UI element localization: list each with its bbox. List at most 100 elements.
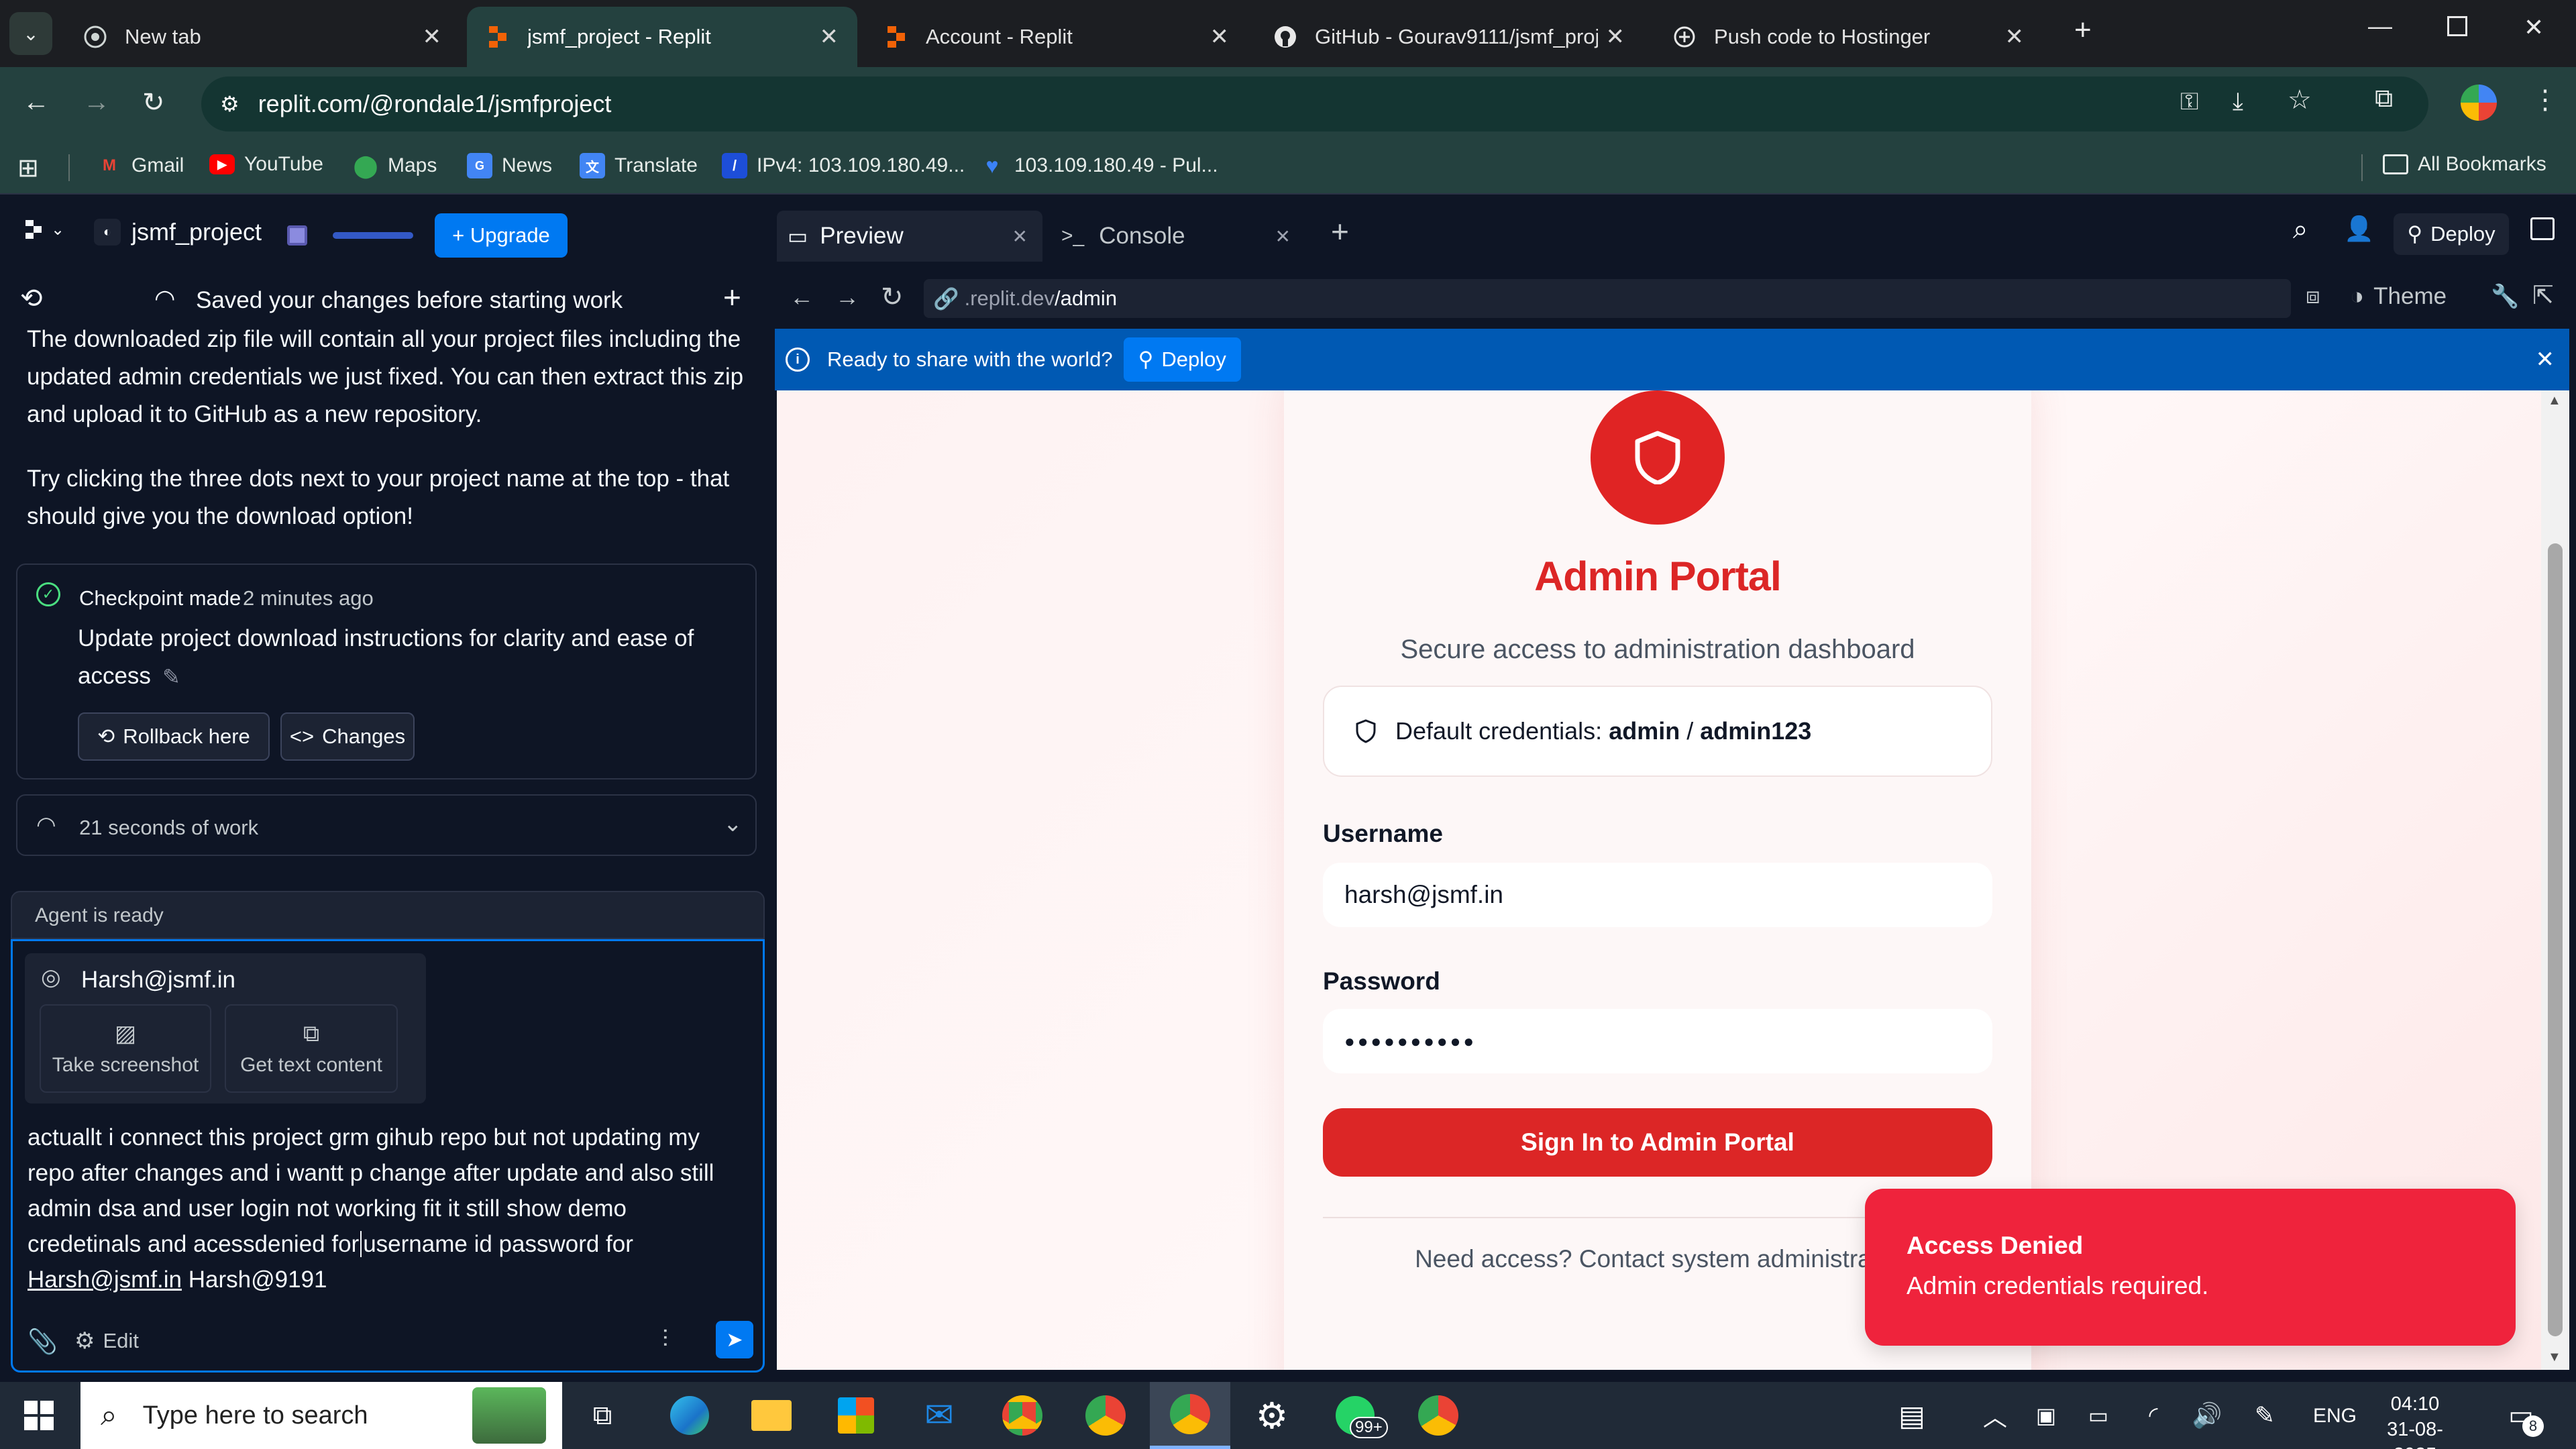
theme-button[interactable]: ◑ Theme [2350,283,2447,310]
microsoft-store-icon[interactable] [832,1391,880,1440]
banner-deploy-button[interactable]: ⚲ Deploy [1123,337,1241,382]
close-icon[interactable]: ✕ [820,23,839,50]
battery-icon[interactable]: ▭ [2074,1391,2123,1440]
volume-icon[interactable]: 🔊 [2183,1391,2231,1440]
take-screenshot-button[interactable]: ▨ Take screenshot [40,1004,211,1093]
work-summary[interactable]: ◠ 21 seconds of work ⌄ [16,794,757,856]
history-icon[interactable]: ⟲ [20,283,43,314]
taskbar-search-box[interactable]: ⌕ Type here to search [80,1382,562,1449]
bookmark-maps[interactable]: ⬤ Maps [353,153,437,178]
clock[interactable]: 04:10 31-08-2025 [2369,1391,2461,1449]
tab-jsmf-project[interactable]: jsmf_project - Replit ✕ [467,7,857,67]
back-arrow-icon[interactable]: ← [790,283,814,311]
agent-input-box[interactable]: ◎ Harsh@jsmf.in ▨ Take screenshot ⧉ Get … [11,939,765,1373]
back-arrow-icon[interactable]: ← [23,87,50,117]
password-key-icon[interactable]: ⚿ [2180,87,2198,116]
edge-icon[interactable] [665,1391,714,1440]
get-text-content-button[interactable]: ⧉ Get text content [225,1004,398,1093]
context-chip[interactable]: ◎ Harsh@jsmf.in ▨ Take screenshot ⧉ Get … [25,953,426,1104]
extensions-icon[interactable]: ⧉ [2375,85,2393,113]
edit-mode-button[interactable]: ⚙ Edit [74,1328,139,1354]
search-icon[interactable]: ⌕ [2293,215,2308,245]
close-icon[interactable]: ✕ [1012,225,1028,248]
scroll-up-icon[interactable]: ▲ [2548,393,2561,409]
chrome-icon[interactable] [998,1391,1046,1440]
tab-push-code[interactable]: Push code to Hostinger ✕ [1654,7,2043,67]
install-app-icon[interactable]: ⤓ [2233,87,2243,116]
news-widget-icon[interactable]: ▤ [1888,1391,1936,1440]
close-icon[interactable]: ✕ [1210,23,1230,50]
mail-icon[interactable]: ✉ [915,1391,963,1440]
bookmark-gmail[interactable]: M Gmail [97,153,184,178]
wifi-icon[interactable]: ◜ [2129,1391,2178,1440]
chrome-active-icon[interactable] [1150,1382,1230,1449]
close-icon[interactable]: ✕ [2536,346,2555,373]
profile-avatar[interactable] [2461,85,2497,121]
tab-search-button[interactable]: ⌄ [9,12,52,55]
bookmark-ip-pul[interactable]: ♥ 103.109.180.49 - Pul... [979,153,1218,178]
replit-menu-button[interactable]: ⌄ [24,219,64,240]
pen-icon[interactable]: ✎ [2241,1391,2289,1440]
show-hidden-icons[interactable]: ︿ [1971,1391,2019,1440]
reload-icon[interactable]: ↻ [881,282,904,313]
tab-new-tab[interactable]: New tab ✕ [64,7,460,67]
apps-grid-icon[interactable]: ⊞ [17,153,39,183]
all-bookmarks[interactable]: All Bookmarks [2383,153,2546,176]
invite-user-icon[interactable]: 👤 [2344,215,2374,243]
forward-arrow-icon[interactable]: → [83,87,110,117]
upgrade-button[interactable]: + Upgrade [435,213,568,258]
meet-icon[interactable]: ▣ [2022,1391,2070,1440]
pencil-icon[interactable]: ✎ [162,664,180,690]
whatsapp-icon[interactable]: 99+ [1331,1391,1388,1440]
changes-button[interactable]: <> Changes [280,712,415,761]
new-chat-plus-icon[interactable]: + [723,279,741,315]
scrollbar-thumb[interactable] [2548,543,2563,1336]
menu-kebab-icon[interactable]: ⋮ [2532,85,2559,115]
bookmark-news[interactable]: G News [467,153,552,178]
attach-paperclip-icon[interactable]: 📎 [28,1328,58,1356]
open-new-window-icon[interactable]: ⇱ [2532,280,2554,311]
access-denied-toast[interactable]: Access Denied Admin credentials required… [1865,1189,2516,1346]
scroll-down-icon[interactable]: ▼ [2548,1350,2561,1365]
password-field[interactable]: ●●●●●●●●●● [1323,1009,1992,1073]
chrome-other-icon[interactable] [1414,1391,1462,1440]
project-title-button[interactable]: ◐ jsmf_project [94,212,262,252]
sign-in-button[interactable]: Sign In to Admin Portal [1323,1108,1992,1177]
send-button[interactable]: ➤ [716,1321,753,1358]
bookmark-translate[interactable]: 文 Translate [580,153,698,178]
preview-url-bar[interactable]: 🔗 .replit.dev/admin [924,279,2291,318]
close-icon[interactable]: ✕ [1275,225,1291,248]
task-view-icon[interactable]: ⧉ [578,1391,627,1440]
settings-gear-icon[interactable]: ⚙ [1248,1391,1296,1440]
devices-icon[interactable]: ⧈ [2306,283,2320,309]
file-explorer-icon[interactable] [747,1391,796,1440]
site-settings-icon[interactable]: ⚙ [220,91,239,117]
username-field[interactable]: harsh@jsmf.in [1323,863,1992,927]
chrome-profile-icon[interactable] [1081,1391,1130,1440]
windows-start-icon[interactable] [15,1391,63,1440]
deploy-button[interactable]: ⚲ Deploy [2394,213,2509,255]
preview-scrollbar[interactable]: ▲ ▼ [2541,390,2569,1370]
close-icon[interactable]: ✕ [1606,23,1625,50]
rollback-button[interactable]: ⟲ Rollback here [78,712,270,761]
close-icon[interactable]: ✕ [423,23,442,50]
tab-account-replit[interactable]: Account - Replit ✕ [865,7,1248,67]
bookmark-star-icon[interactable]: ☆ [2288,85,2312,115]
toggle-pane-icon[interactable] [2530,217,2555,240]
bookmark-youtube[interactable]: ▶ YouTube [209,153,323,176]
new-tab-button[interactable]: + [2074,13,2092,47]
forward-arrow-icon[interactable]: → [835,283,859,311]
tab-github[interactable]: GitHub - Gourav9111/jsmf_proj ✕ [1254,7,1644,67]
minimize-icon[interactable]: — [2368,12,2392,40]
notification-center-icon[interactable]: ▭ 8 [2497,1391,2545,1440]
tab-preview[interactable]: ▭ Preview ✕ [777,211,1042,262]
close-icon[interactable]: ✕ [2005,23,2025,50]
address-bar[interactable]: ⚙ replit.com/@rondale1/jsmfproject [201,76,2428,131]
tab-console[interactable]: >_ Console ✕ [1051,211,1305,262]
sliders-icon[interactable]: ⫶ [662,1325,668,1354]
close-window-icon[interactable]: ✕ [2524,13,2544,42]
agent-message-text[interactable]: actuallt i connect this project grm gihu… [28,1120,745,1297]
new-tab-plus-icon[interactable]: + [1331,213,1349,250]
language-indicator[interactable]: ENG [2313,1405,2357,1428]
reload-icon[interactable]: ↻ [142,87,165,118]
